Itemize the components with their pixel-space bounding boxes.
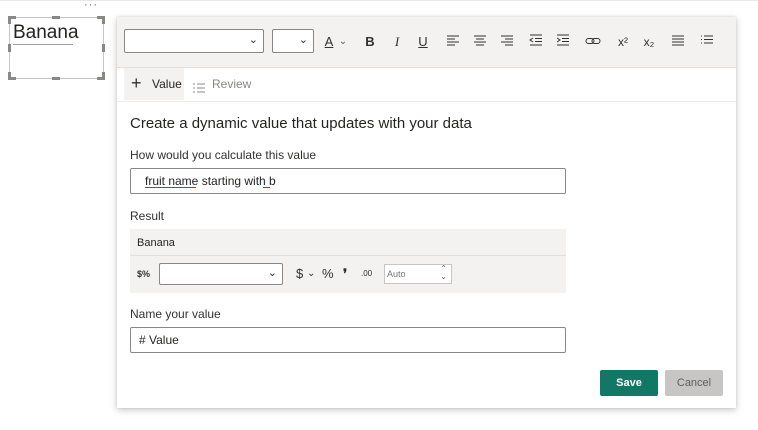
result-box: Banana $% ⌄ $ ⌄ % ❜ .00 ⌃ ⌄ [130,229,566,293]
panel-heading: Create a dynamic value that updates with… [130,115,472,132]
result-value: Banana [137,237,175,249]
font-family-select[interactable]: ⌄ [124,29,264,53]
decrease-indent-icon[interactable] [528,33,544,51]
align-right-icon[interactable] [499,33,515,51]
decimal-places-input[interactable] [387,267,435,281]
percent-button[interactable]: % [322,265,334,283]
format-toolbar: ⌄ ⌄ A ⌄ B I U x² x₂ [117,17,736,68]
resize-handle[interactable] [8,44,11,52]
resize-handle[interactable] [52,77,60,80]
tab-value[interactable]: + Value [124,68,184,100]
tab-label: Review [212,77,252,91]
resize-handle[interactable] [102,44,105,52]
comma-button[interactable]: ❜ [343,265,347,283]
name-label: Name your value [130,307,221,321]
textbox-visual[interactable]: Banana [8,16,105,80]
plus-icon: + [131,73,142,93]
textbox-content[interactable]: Banana [13,22,79,44]
currency-button[interactable]: $ [296,265,303,283]
chevron-down-icon: ⌄ [298,34,308,46]
italic-button[interactable]: I [390,33,404,51]
result-label: Result [130,209,165,223]
tab-label: Value [152,77,182,91]
bulleted-list-icon[interactable] [670,33,686,51]
align-left-icon[interactable] [445,33,461,51]
term-underline [263,187,270,188]
superscript-button[interactable]: x² [615,33,631,51]
chevron-down-icon[interactable]: ⌄ [307,265,315,283]
name-input-text: # Value [139,333,179,347]
list-review-icon [192,76,206,108]
decimal-places-spinner[interactable]: ⌃ ⌄ [384,264,452,284]
result-divider [130,255,566,256]
format-select[interactable]: ⌄ [159,263,283,285]
name-input[interactable]: # Value [130,327,566,353]
currency-format-icon: $% [137,269,151,279]
calc-label: How would you calculate this value [130,148,317,162]
more-options-icon[interactable]: ··· [84,0,98,11]
chevron-down-icon: ⌄ [267,267,277,279]
align-center-icon[interactable] [472,33,488,51]
panel-tabs: + Value Review [117,68,736,102]
resize-handle[interactable] [102,72,105,80]
decimal-button[interactable]: .00 [361,265,372,283]
resize-handle[interactable] [8,72,11,80]
top-divider [0,0,758,1]
chevron-down-icon[interactable]: ⌄ [338,33,348,51]
tab-review[interactable]: Review [190,68,260,100]
chevron-down-icon: ⌄ [248,34,258,46]
chevron-down-icon[interactable]: ⌄ [440,272,447,281]
term-underline [145,187,196,188]
save-button[interactable]: Save [600,370,658,396]
font-color-button[interactable]: A [322,33,336,51]
resize-handle[interactable] [102,16,105,24]
bold-button[interactable]: B [363,33,377,51]
subscript-button[interactable]: x₂ [641,33,657,51]
dynamic-value-panel: ⌄ ⌄ A ⌄ B I U x² x₂ + Value Review Creat… [117,17,736,408]
link-icon[interactable] [584,33,602,51]
resize-handle[interactable] [52,16,60,19]
calc-input-text: fruit name starting with b [145,174,276,188]
font-size-select[interactable]: ⌄ [272,29,314,53]
increase-indent-icon[interactable] [555,33,571,51]
underline-button[interactable]: U [416,33,430,51]
calc-input[interactable]: fruit name starting with b [130,168,566,194]
resize-handle[interactable] [8,16,11,24]
cancel-button[interactable]: Cancel [665,370,723,396]
dynamic-value-underline [13,44,73,45]
numbered-list-icon[interactable] [699,33,715,51]
